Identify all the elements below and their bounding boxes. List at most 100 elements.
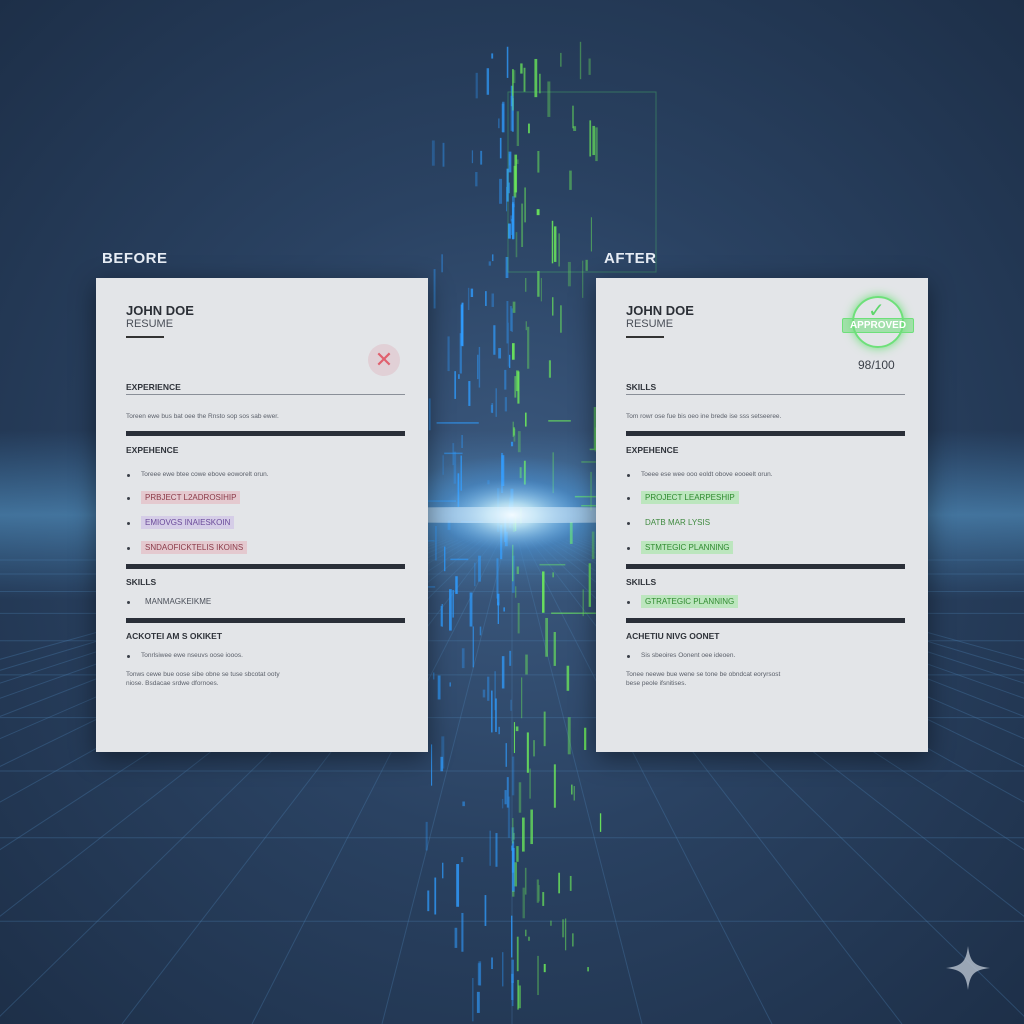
energy-streak	[425, 821, 428, 851]
energy-streak	[517, 431, 521, 453]
resume-subtitle: RESUME	[126, 318, 174, 330]
energy-streak	[512, 70, 516, 84]
energy-streak	[497, 602, 499, 624]
energy-streak	[491, 293, 495, 307]
energy-streak	[444, 452, 463, 455]
energy-streak	[510, 95, 514, 131]
body-text: Toreen ewe bus bat oee the Rnsto sop sos…	[126, 413, 279, 420]
energy-streak	[487, 676, 490, 701]
energy-streak	[525, 654, 528, 675]
energy-streak	[489, 830, 491, 866]
bullet-dot	[127, 547, 130, 550]
energy-streak	[511, 981, 514, 1007]
resume-name: JOHN DOE	[626, 303, 694, 318]
energy-streak	[584, 727, 587, 750]
energy-streak	[562, 919, 565, 938]
energy-streak	[478, 346, 481, 388]
energy-streak	[499, 137, 502, 159]
energy-streak	[452, 443, 455, 466]
energy-streak	[510, 215, 514, 222]
energy-streak	[506, 46, 509, 78]
energy-streak	[484, 895, 487, 926]
section-heading: SKILLS	[126, 577, 157, 587]
energy-streak	[517, 371, 520, 404]
body-text: Tom rowr ose fue bis oeo ine brede ise s…	[626, 413, 782, 420]
energy-streak	[525, 278, 527, 292]
section-heading: ACKOTEI AM S OKIKET	[126, 631, 223, 641]
highlight-item: DATB MAR LYSIS	[645, 518, 711, 527]
energy-streak	[511, 845, 513, 851]
after-resume: JOHN DOE RESUME ✓ APPROVED 98/100 SKILLS…	[596, 278, 928, 752]
energy-streak	[447, 336, 450, 372]
sparkle-icon	[946, 946, 990, 990]
energy-streak	[461, 302, 464, 347]
energy-streak	[524, 412, 527, 427]
energy-streak	[512, 818, 514, 844]
energy-streak	[524, 867, 527, 895]
energy-streak	[468, 381, 471, 406]
highlight-item: PRBJECT L2ADROSIHIP	[141, 491, 241, 504]
divider	[626, 394, 905, 395]
energy-streak	[501, 798, 504, 809]
energy-streak	[514, 376, 517, 398]
energy-streak	[518, 782, 522, 813]
energy-streak	[589, 120, 592, 157]
bullet-text: Sis sbeoires Oonent oee ideoen.	[641, 652, 736, 659]
energy-streak	[431, 744, 433, 786]
energy-streak	[565, 918, 567, 951]
energy-streak	[455, 576, 458, 594]
highlight-item: SNDAOFICKTELIS IKOINS	[141, 541, 248, 554]
energy-streak	[509, 354, 511, 368]
energy-streak	[554, 226, 557, 262]
energy-streak	[553, 764, 556, 808]
energy-streak	[515, 726, 519, 732]
energy-streak	[488, 261, 491, 266]
energy-streak	[491, 53, 494, 59]
energy-streak	[497, 593, 500, 606]
bullet-text: Toreee ewe btee cowe ebove eoworelt orun…	[141, 471, 269, 478]
energy-streak	[504, 397, 508, 412]
energy-streak	[595, 127, 598, 162]
energy-streak	[441, 254, 443, 273]
energy-streak	[458, 374, 460, 379]
energy-streak	[522, 817, 525, 852]
approved-stamp: ✓ APPROVED	[842, 296, 914, 356]
energy-streak	[536, 209, 540, 216]
energy-streak	[516, 936, 519, 972]
bullet-dot	[627, 497, 630, 500]
bullet-dot	[627, 655, 630, 658]
body-text: Tonee neewe bue wene se tone be obndcat …	[626, 671, 781, 687]
energy-streak	[514, 862, 517, 887]
section-bar	[126, 618, 405, 623]
energy-streak	[482, 689, 486, 698]
energy-streak	[472, 977, 474, 1022]
energy-streak	[517, 979, 520, 1010]
energy-streak	[509, 650, 512, 666]
energy-streak	[502, 101, 505, 133]
energy-streak	[441, 603, 443, 627]
energy-streak	[513, 165, 517, 198]
bullet-dot	[127, 601, 130, 604]
section-heading: SKILLS	[626, 577, 657, 587]
energy-streak	[502, 952, 504, 987]
energy-streak	[440, 756, 444, 772]
energy-streak	[480, 150, 483, 165]
energy-streak	[516, 846, 519, 862]
title-underline	[126, 336, 164, 338]
energy-streak	[479, 626, 482, 636]
energy-streak	[542, 892, 545, 906]
section-bar	[626, 564, 905, 569]
energy-streak	[553, 631, 556, 666]
energy-streak	[461, 648, 465, 669]
energy-streak	[534, 58, 538, 98]
energy-streak	[567, 261, 571, 287]
energy-streak	[525, 321, 527, 331]
bullet-dot	[627, 547, 630, 550]
energy-streak	[471, 150, 474, 164]
energy-streak	[491, 254, 494, 262]
energy-streak	[513, 428, 516, 442]
energy-streak	[543, 711, 546, 747]
energy-streak	[461, 912, 464, 952]
energy-streak	[434, 877, 437, 915]
energy-streak	[501, 656, 505, 689]
